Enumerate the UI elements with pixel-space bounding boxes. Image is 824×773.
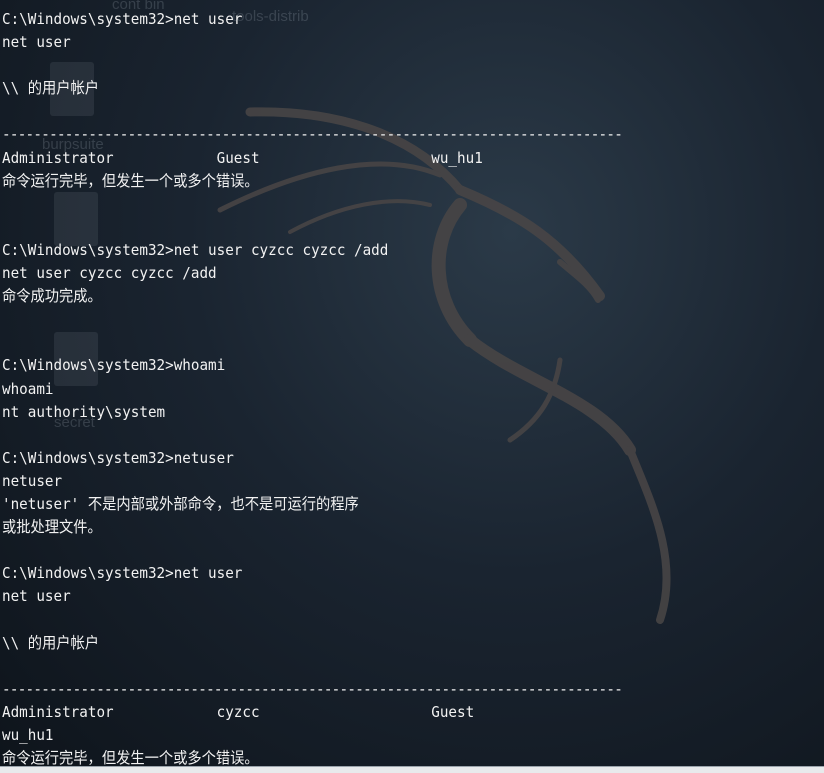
- command-prompt-line: C:\Windows\system32>net user: [2, 564, 243, 583]
- terminal-line: \\ 的用户帐户: [2, 633, 100, 652]
- separator-line: ----------------------------------------…: [2, 679, 623, 698]
- terminal-output[interactable]: C:\Windows\system32>net user net user \\ 的…: [2, 8, 758, 767]
- terminal-line: net user: [2, 587, 71, 606]
- command-prompt-line: C:\Windows\system32>net user: [2, 10, 243, 28]
- terminal-line: whoami: [2, 379, 54, 398]
- terminal-line: netuser: [2, 471, 63, 490]
- terminal-line: 命令成功完成。: [2, 287, 102, 306]
- terminal-line: Administrator Guest wu_hu1: [2, 148, 483, 167]
- terminal-line: net user cyzcc cyzcc /add: [2, 264, 217, 283]
- terminal-line: \\ 的用户帐户: [2, 79, 100, 98]
- command-prompt-line: C:\Windows\system32>whoami: [2, 356, 226, 375]
- terminal-line: 'netuser' 不是内部或外部命令，也不是可运行的程序: [2, 494, 359, 513]
- command-prompt-line: C:\Windows\system32>netuser: [2, 448, 234, 467]
- terminal-line: Administrator cyzcc Guest: [2, 702, 475, 721]
- terminal-line: net user: [2, 33, 71, 52]
- terminal-line: nt authority\system: [2, 402, 166, 421]
- terminal-line: wu_hu1: [2, 725, 54, 744]
- command-prompt-line: C:\Windows\system32>net user cyzcc cyzcc…: [2, 240, 389, 259]
- terminal-line: 或批处理文件。: [2, 518, 102, 537]
- separator-line: ----------------------------------------…: [2, 125, 623, 144]
- terminal-line: 命令运行完毕，但发生一个或多个错误。: [2, 171, 259, 190]
- window-bottom-border: [0, 766, 824, 773]
